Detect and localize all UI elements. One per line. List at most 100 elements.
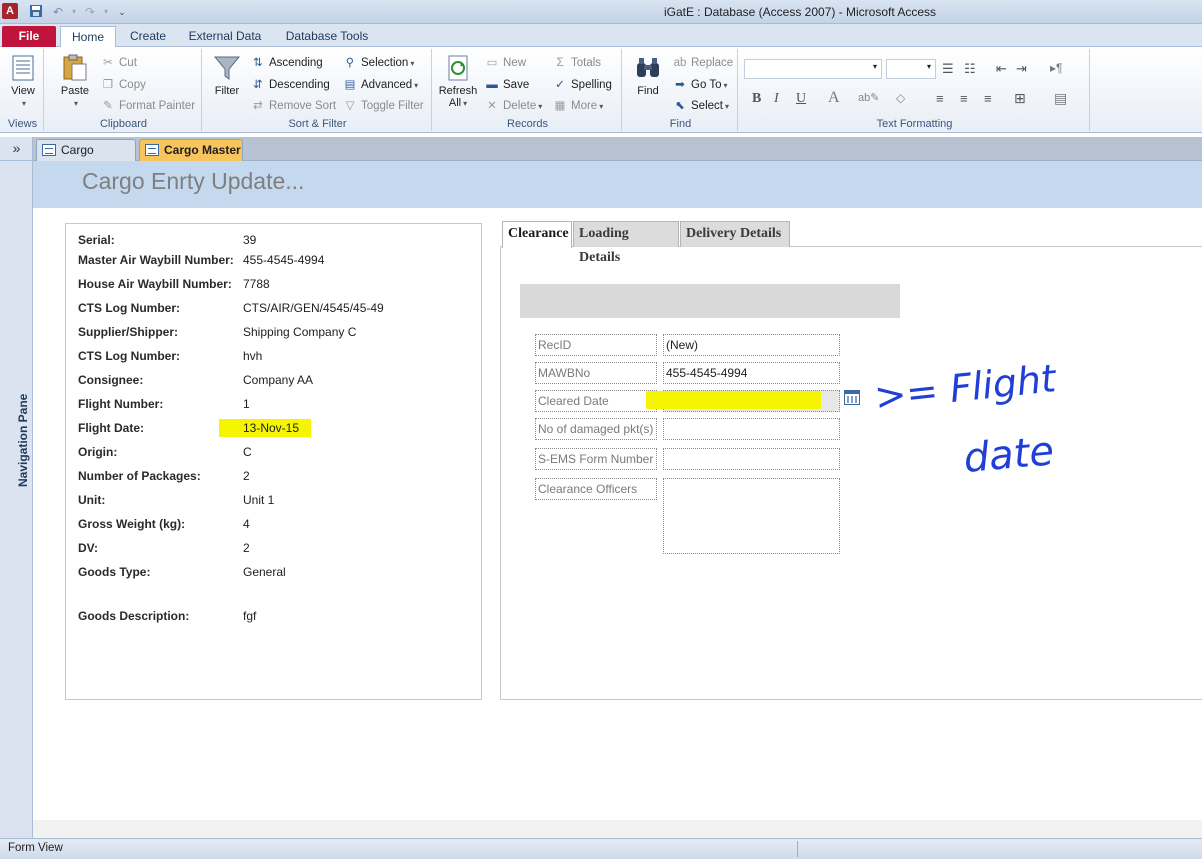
doc-tab-cargo-search[interactable]: Cargo Search: [36, 139, 136, 177]
totals-button[interactable]: Σ Totals: [552, 53, 601, 73]
cut-button[interactable]: ✂ Cut: [100, 53, 137, 73]
increase-indent-icon[interactable]: ⇥: [1016, 61, 1027, 77]
new-record-button[interactable]: ▭ New: [484, 53, 526, 73]
tab-delivery-details[interactable]: Delivery Details: [680, 221, 790, 247]
cleared-date-label: Cleared Date: [535, 390, 657, 412]
tab-create[interactable]: Create: [122, 26, 174, 47]
view-button[interactable]: View ▾: [6, 53, 40, 109]
numbering-icon[interactable]: ☷: [964, 61, 976, 77]
spelling-button[interactable]: ✓ Spelling: [552, 75, 612, 95]
undo-quick-icon[interactable]: ↶: [50, 4, 66, 20]
format-painter-button[interactable]: ✎ Format Painter: [100, 96, 195, 116]
alternate-row-color-icon[interactable]: ▤: [1054, 90, 1067, 107]
navigation-pane-label: Navigation Pane: [16, 393, 30, 487]
decrease-indent-icon[interactable]: ⇤: [996, 61, 1007, 77]
detail-label: DV:: [78, 541, 99, 555]
paste-button[interactable]: Paste ▾: [56, 53, 94, 109]
refresh-all-button[interactable]: Refresh All ▾: [436, 53, 480, 109]
detail-value[interactable]: Shipping Company C: [243, 325, 356, 339]
replace-icon: ab: [673, 57, 687, 69]
tab-database-tools[interactable]: Database Tools: [280, 26, 374, 47]
undo-dropdown-icon[interactable]: ▾: [66, 4, 82, 20]
detail-value[interactable]: CTS/AIR/GEN/4545/45-49: [243, 301, 384, 315]
damaged-pkts-field[interactable]: [663, 418, 840, 440]
sems-form-field[interactable]: [663, 448, 840, 470]
detail-value[interactable]: hvh: [243, 349, 262, 363]
detail-label: Unit:: [78, 493, 106, 507]
delete-record-button[interactable]: ✕ Delete ▾: [484, 96, 542, 116]
calendar-picker-icon[interactable]: [844, 390, 860, 405]
detail-value[interactable]: General: [243, 565, 286, 579]
font-size-dropdown[interactable]: ▾: [886, 59, 936, 79]
toggle-filter-button[interactable]: ▽ Toggle Filter: [342, 96, 424, 116]
nav-pane-toggle-icon[interactable]: »: [0, 137, 33, 161]
doc-tab-cargo-master[interactable]: Cargo Master: [139, 139, 243, 161]
save-quick-icon[interactable]: [28, 4, 44, 20]
align-center-icon[interactable]: ≡: [960, 91, 968, 106]
fill-color-icon[interactable]: ◇: [896, 91, 905, 105]
tab-file[interactable]: File: [2, 26, 56, 47]
save-record-button[interactable]: ▬ Save: [484, 75, 529, 95]
advanced-button[interactable]: ▤ Advanced ▾: [342, 75, 419, 95]
customize-qat-icon[interactable]: ⌄: [114, 4, 130, 20]
copy-button[interactable]: ❐ Copy: [100, 75, 146, 95]
filter-button[interactable]: Filter: [210, 53, 244, 97]
remove-sort-button[interactable]: ⇄ Remove Sort: [250, 96, 336, 116]
funnel-icon: [213, 56, 241, 80]
cut-label: Cut: [119, 57, 137, 69]
font-name-dropdown[interactable]: ▾: [744, 59, 882, 79]
replace-button[interactable]: ab Replace: [672, 53, 734, 73]
detail-value[interactable]: Unit 1: [243, 493, 274, 507]
align-right-icon[interactable]: ≡: [984, 91, 992, 106]
mawbno-field[interactable]: 455-4545-4994: [663, 362, 840, 384]
detail-value[interactable]: Company AA: [243, 373, 313, 387]
ribbon: View ▾ Views Paste ▾ ✂ Cut ❐ Copy ✎ Format Pa…: [0, 47, 1202, 133]
ascending-button[interactable]: ⇅ Ascending: [250, 53, 323, 73]
tab-external-data[interactable]: External Data: [186, 26, 264, 47]
detail-value[interactable]: fgf: [243, 609, 256, 623]
navigation-pane[interactable]: » Navigation Pane: [0, 137, 33, 838]
paragraph-direction-icon[interactable]: ▸¶: [1050, 61, 1062, 75]
toggle-filter-label: Toggle Filter: [361, 100, 424, 112]
bullets-icon[interactable]: ☰: [942, 61, 954, 77]
detail-value[interactable]: 455-4545-4994: [243, 253, 324, 267]
font-color-button[interactable]: A: [828, 89, 840, 107]
detail-value[interactable]: 2: [243, 541, 250, 555]
detail-value[interactable]: C: [243, 445, 252, 459]
gridlines-icon[interactable]: ⊞: [1014, 90, 1026, 107]
detail-value[interactable]: 1: [243, 397, 250, 411]
cursor-arrow-icon: ⬉: [675, 100, 685, 112]
highlight-color-icon[interactable]: ab✎: [858, 91, 879, 104]
selection-button[interactable]: ⚲ Selection ▾: [342, 53, 415, 73]
detail-value[interactable]: 39: [243, 233, 256, 247]
descending-button[interactable]: ⇵ Descending: [250, 75, 330, 95]
access-app-icon[interactable]: A: [2, 3, 18, 19]
detail-value[interactable]: 2: [243, 469, 250, 483]
more-button[interactable]: ▦ More ▾: [552, 96, 604, 116]
totals-label: Totals: [571, 57, 602, 69]
tab-home[interactable]: Home: [60, 26, 116, 47]
records-group-label: Records: [507, 118, 548, 130]
cargo-detail-panel: Serial: 39 Master Air Waybill Number: 455-…: [65, 223, 482, 700]
bold-button[interactable]: B: [752, 91, 761, 107]
clearance-officers-field[interactable]: [663, 478, 840, 554]
tab-loading-details[interactable]: Loading Details: [573, 221, 679, 265]
go-to-button[interactable]: ➡ Go To ▾: [672, 75, 727, 95]
clipboard-group-label: Clipboard: [99, 118, 148, 130]
tab-clearance[interactable]: Clearance: [502, 221, 572, 248]
ribbon-tab-strip: File Home Create External Data Database …: [0, 24, 1202, 47]
detail-value[interactable]: 4: [243, 517, 250, 531]
document-tab-strip: Cargo Search Cargo Master: [33, 137, 1202, 177]
redo-quick-icon[interactable]: ↷: [82, 4, 98, 20]
find-button[interactable]: Find: [628, 53, 668, 97]
delete-x-icon: ✕: [487, 100, 497, 112]
select-button[interactable]: ⬉ Select ▾: [672, 96, 729, 116]
recid-field[interactable]: (New): [663, 334, 840, 356]
redo-dropdown-icon[interactable]: ▾: [98, 4, 114, 20]
detail-value[interactable]: 7788: [243, 277, 270, 291]
advanced-filter-icon: ▤: [344, 79, 356, 91]
italic-button[interactable]: I: [774, 91, 779, 107]
underline-button[interactable]: U: [796, 91, 806, 107]
flight-date-value[interactable]: 13-Nov-15: [219, 419, 312, 437]
align-left-icon[interactable]: ≡: [936, 91, 944, 106]
